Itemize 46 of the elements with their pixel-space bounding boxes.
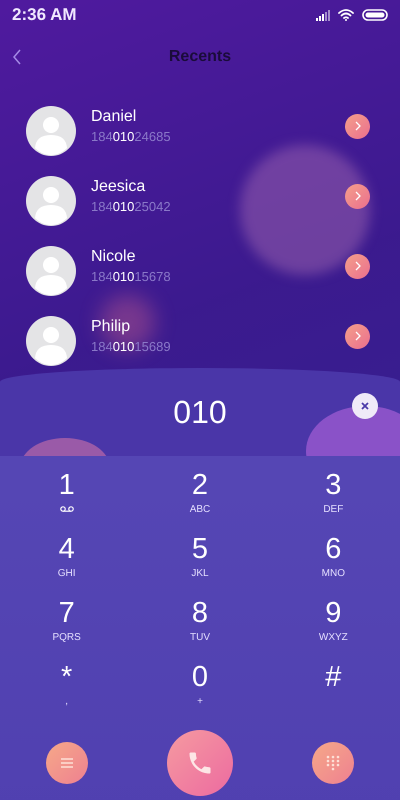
battery-icon	[362, 9, 388, 21]
details-button[interactable]	[345, 184, 370, 208]
contact-name: Daniel	[91, 108, 138, 126]
voicemail-icon	[60, 506, 74, 512]
avatar-icon	[26, 176, 76, 226]
chevron-right-icon	[354, 191, 360, 201]
keypad-button[interactable]	[312, 742, 354, 784]
dial-key[interactable]: 9 WXYZ	[266, 596, 400, 660]
chevron-right-icon	[354, 121, 360, 131]
contact-name: Philip	[91, 318, 132, 336]
contact-name: Jeesica	[91, 178, 146, 196]
dial-key[interactable]: 7 PQRS	[0, 596, 134, 660]
contact-number: 18401015689	[91, 339, 172, 354]
dial-key[interactable]: 0 +	[133, 660, 267, 724]
contact-number: 18401024685	[91, 129, 172, 144]
chevron-right-icon	[354, 261, 360, 271]
menu-button[interactable]	[46, 742, 88, 784]
dial-key[interactable]: 1	[0, 468, 134, 532]
dial-key[interactable]: 4 GHI	[0, 532, 134, 596]
details-button[interactable]	[345, 114, 370, 138]
avatar-icon	[26, 106, 76, 156]
details-button[interactable]	[345, 324, 370, 348]
contact-number: 18401015678	[91, 269, 172, 284]
signal-icon	[316, 10, 330, 20]
dial-key[interactable]: 5 JKL	[133, 532, 267, 596]
wifi-icon	[338, 9, 354, 21]
dial-key[interactable]: 8 TUV	[133, 596, 267, 660]
contact-name: Nicole	[91, 248, 136, 266]
clear-button[interactable]	[352, 393, 378, 419]
dial-key[interactable]: 6 MNO	[266, 532, 400, 596]
dial-key[interactable]: 2 ABC	[133, 468, 267, 532]
avatar-icon	[26, 246, 76, 296]
dial-key[interactable]: #	[266, 660, 400, 724]
chevron-right-icon	[354, 331, 360, 341]
page-title: Recents	[168, 48, 232, 66]
avatar-icon	[26, 316, 76, 366]
status-time: 2:36 AM	[12, 5, 77, 25]
dialed-number: 010	[173, 394, 227, 430]
contact-number: 18401025042	[91, 199, 172, 214]
dial-key[interactable]: * ,	[0, 660, 134, 724]
back-icon[interactable]	[12, 49, 22, 65]
dialpad-icon	[326, 755, 340, 771]
menu-icon	[60, 757, 74, 769]
details-button[interactable]	[345, 254, 370, 278]
dial-key[interactable]: 3 DEF	[266, 468, 400, 532]
close-icon	[361, 402, 369, 410]
